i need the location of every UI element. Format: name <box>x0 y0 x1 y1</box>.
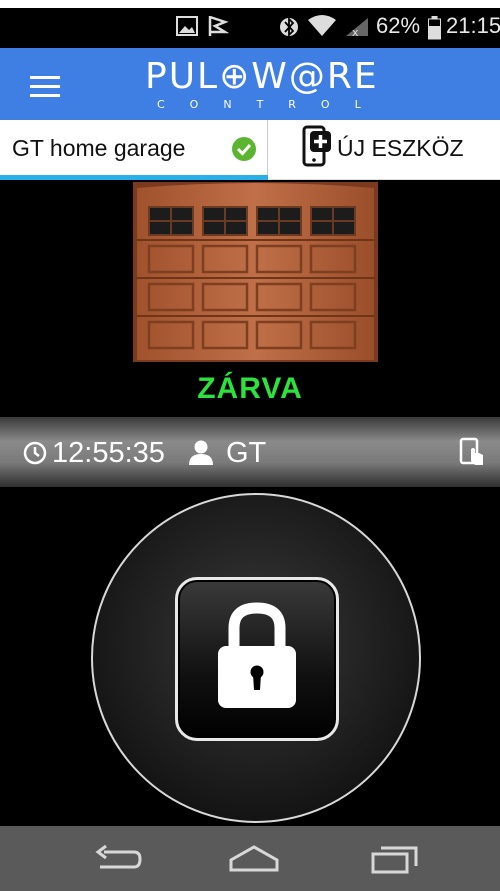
logo-title: PUL⊕W@RE <box>145 56 379 97</box>
logo-subtitle: CONTROL <box>157 98 386 111</box>
menu-icon[interactable] <box>30 76 60 98</box>
add-device-button[interactable]: ÚJ ESZKÖZ <box>269 120 500 180</box>
bluetooth-icon <box>280 16 298 38</box>
info-bar: 12:55:35 GT <box>0 417 500 487</box>
add-device-label: ÚJ ESZKÖZ <box>337 135 464 161</box>
padlock-icon <box>218 602 296 708</box>
top-edge <box>0 0 500 8</box>
device-name: GT home garage <box>12 135 186 161</box>
flag-notification-icon <box>208 15 229 36</box>
door-status: ZÁRVA <box>197 372 303 405</box>
active-tab-indicator <box>0 175 268 180</box>
battery-percent: 62% <box>376 13 421 38</box>
image-notification-icon <box>176 16 198 36</box>
home-icon[interactable] <box>228 844 280 874</box>
app-bar: PUL⊕W@RE CONTROL <box>0 48 500 120</box>
lock-button[interactable] <box>175 577 339 741</box>
navigation-bar <box>0 826 500 891</box>
svg-text:x: x <box>352 26 359 38</box>
device-bar: GT home garage ÚJ ESZKÖZ <box>0 120 500 180</box>
lock-control-circle[interactable] <box>91 493 421 823</box>
last-action-time: 12:55:35 <box>52 437 165 469</box>
recent-apps-icon[interactable] <box>370 844 420 874</box>
wifi-icon <box>308 15 336 36</box>
clock: 21:15 <box>446 13 500 38</box>
add-device-icon <box>302 125 331 167</box>
device-tab-gt-home-garage[interactable]: GT home garage <box>0 120 268 180</box>
user-icon <box>189 440 213 465</box>
garage-door-image[interactable] <box>133 182 378 362</box>
status-bar: x 62% 21:15 <box>0 8 500 48</box>
battery-icon <box>428 16 441 40</box>
clock-icon <box>23 441 47 465</box>
puloware-logo: PUL⊕W@RE CONTROL <box>145 56 385 114</box>
signal-icon: x <box>346 18 368 38</box>
check-icon <box>232 137 256 161</box>
touch-phone-icon[interactable] <box>459 437 485 467</box>
back-icon[interactable] <box>94 844 142 874</box>
last-action-user: GT <box>226 437 267 469</box>
